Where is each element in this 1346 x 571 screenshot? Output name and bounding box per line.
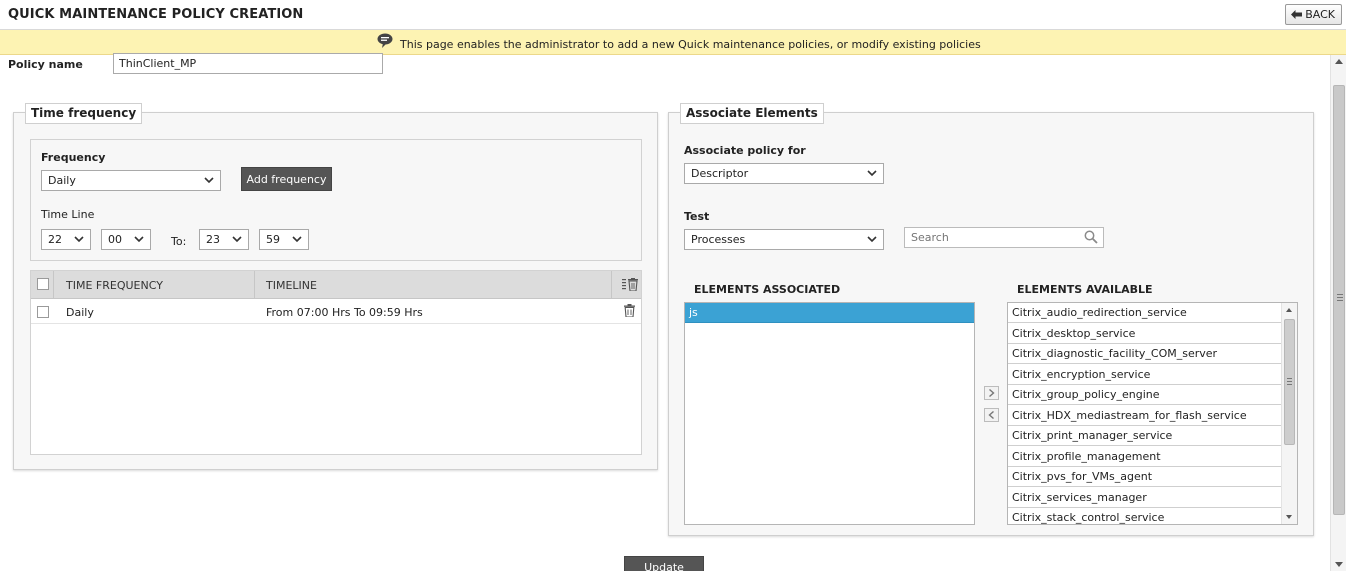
- chevron-right-icon: [989, 389, 995, 397]
- column-time-frequency: TIME FREQUENCY: [66, 278, 163, 292]
- row-timeline: From 07:00 Hrs To 09:59 Hrs: [266, 305, 423, 319]
- from-minute-value: 00: [108, 233, 122, 246]
- list-item[interactable]: Citrix_HDX_mediastream_for_flash_service: [1008, 405, 1281, 426]
- trash-icon[interactable]: [624, 304, 635, 317]
- frequency-select-value: Daily: [48, 174, 76, 187]
- speech-bubble-icon: [377, 33, 393, 48]
- frequency-settings: Frequency Daily Add frequency Time Line …: [30, 139, 642, 261]
- scroll-thumb[interactable]: [1333, 85, 1345, 515]
- info-banner: This page enables the administrator to a…: [0, 30, 1346, 55]
- row-checkbox[interactable]: [37, 306, 49, 318]
- list-item[interactable]: Citrix_audio_redirection_service: [1008, 303, 1281, 323]
- move-left-button[interactable]: [984, 408, 999, 422]
- associate-elements-panel: Associate Elements Associate policy for …: [668, 103, 1314, 536]
- list-item[interactable]: Citrix_diagnostic_facility_COM_server: [1008, 344, 1281, 364]
- chevron-down-icon: [134, 236, 144, 243]
- elements-associated-header: ELEMENTS ASSOCIATED: [694, 283, 841, 296]
- from-hour-value: 22: [48, 233, 62, 246]
- chevron-down-icon: [74, 236, 84, 243]
- associate-policy-for-select[interactable]: Descriptor: [684, 163, 884, 184]
- list-item[interactable]: js: [685, 303, 974, 323]
- back-button[interactable]: BACK: [1285, 4, 1342, 25]
- associate-elements-legend: Associate Elements: [680, 103, 824, 124]
- column-timeline: TIMELINE: [266, 278, 317, 292]
- table-header: TIME FREQUENCY TIMELINE: [31, 271, 641, 299]
- chevron-down-icon: [204, 177, 214, 184]
- list-item[interactable]: Citrix_pvs_for_VMs_agent: [1008, 467, 1281, 487]
- chevron-down-icon: [292, 236, 302, 243]
- list-item[interactable]: Citrix_encryption_service: [1008, 364, 1281, 385]
- elements-available-header: ELEMENTS AVAILABLE: [1017, 283, 1153, 296]
- table-row[interactable]: Daily From 07:00 Hrs To 09:59 Hrs: [31, 300, 641, 324]
- elements-available-list[interactable]: Citrix_audio_redirection_service Citrix_d…: [1007, 302, 1298, 525]
- from-minute-select[interactable]: 00: [101, 229, 151, 250]
- associate-policy-for-value: Descriptor: [691, 167, 749, 180]
- delete-all-icon[interactable]: [622, 278, 638, 291]
- info-message: This page enables the administrator to a…: [400, 38, 981, 51]
- search-input[interactable]: [904, 227, 1104, 248]
- elements-associated-list[interactable]: js: [684, 302, 975, 525]
- to-hour-value: 23: [206, 233, 220, 246]
- move-right-button[interactable]: [984, 386, 999, 400]
- frequency-select[interactable]: Daily: [41, 170, 221, 191]
- policy-name-input[interactable]: [113, 53, 383, 74]
- test-label: Test: [684, 210, 710, 223]
- list-item[interactable]: Citrix_services_manager: [1008, 487, 1281, 508]
- time-frequency-legend: Time frequency: [25, 103, 143, 124]
- search-icon[interactable]: [1084, 230, 1098, 244]
- add-frequency-button[interactable]: Add frequency: [241, 167, 332, 191]
- to-hour-select[interactable]: 23: [199, 229, 249, 250]
- chevron-down-icon: [867, 236, 877, 243]
- chevron-left-icon: [988, 411, 994, 419]
- time-frequency-panel: Time frequency Frequency Daily Add frequ…: [13, 103, 658, 470]
- to-minute-value: 59: [266, 233, 280, 246]
- page-scrollbar[interactable]: [1330, 55, 1346, 571]
- title-bar: QUICK MAINTENANCE POLICY CREATION BACK: [0, 0, 1346, 30]
- list-item[interactable]: Citrix_profile_management: [1008, 446, 1281, 467]
- list-item[interactable]: Citrix_print_manager_service: [1008, 426, 1281, 446]
- chevron-down-icon: [867, 170, 877, 177]
- chevron-down-icon: [232, 236, 242, 243]
- to-minute-select[interactable]: 59: [259, 229, 309, 250]
- test-select-value: Processes: [691, 233, 746, 246]
- list-item[interactable]: Citrix_stack_control_service: [1008, 508, 1281, 524]
- scroll-up-icon[interactable]: [1286, 308, 1292, 312]
- row-frequency: Daily: [66, 305, 94, 319]
- scroll-thumb[interactable]: [1284, 319, 1295, 445]
- from-hour-select[interactable]: 22: [41, 229, 91, 250]
- select-all-checkbox[interactable]: [37, 278, 49, 290]
- list-item[interactable]: Citrix_group_policy_engine: [1008, 385, 1281, 405]
- update-button[interactable]: Update: [624, 556, 704, 571]
- test-select[interactable]: Processes: [684, 229, 884, 250]
- associate-policy-for-label: Associate policy for: [684, 144, 806, 157]
- back-button-label: BACK: [1305, 8, 1335, 21]
- page-title: QUICK MAINTENANCE POLICY CREATION: [8, 7, 304, 22]
- back-arrow-icon: [1291, 10, 1303, 19]
- available-list-scrollbar[interactable]: [1281, 303, 1297, 524]
- list-item[interactable]: Citrix_desktop_service: [1008, 323, 1281, 344]
- scroll-down-icon[interactable]: [1335, 562, 1343, 567]
- frequency-label: Frequency: [41, 151, 106, 164]
- to-label: To:: [171, 235, 187, 248]
- policy-name-label: Policy name: [8, 58, 83, 71]
- scroll-down-icon[interactable]: [1286, 515, 1292, 519]
- scroll-up-icon[interactable]: [1335, 59, 1343, 64]
- timeline-label: Time Line: [41, 208, 95, 221]
- frequency-table: TIME FREQUENCY TIMELINE Daily From 07:00…: [30, 270, 642, 455]
